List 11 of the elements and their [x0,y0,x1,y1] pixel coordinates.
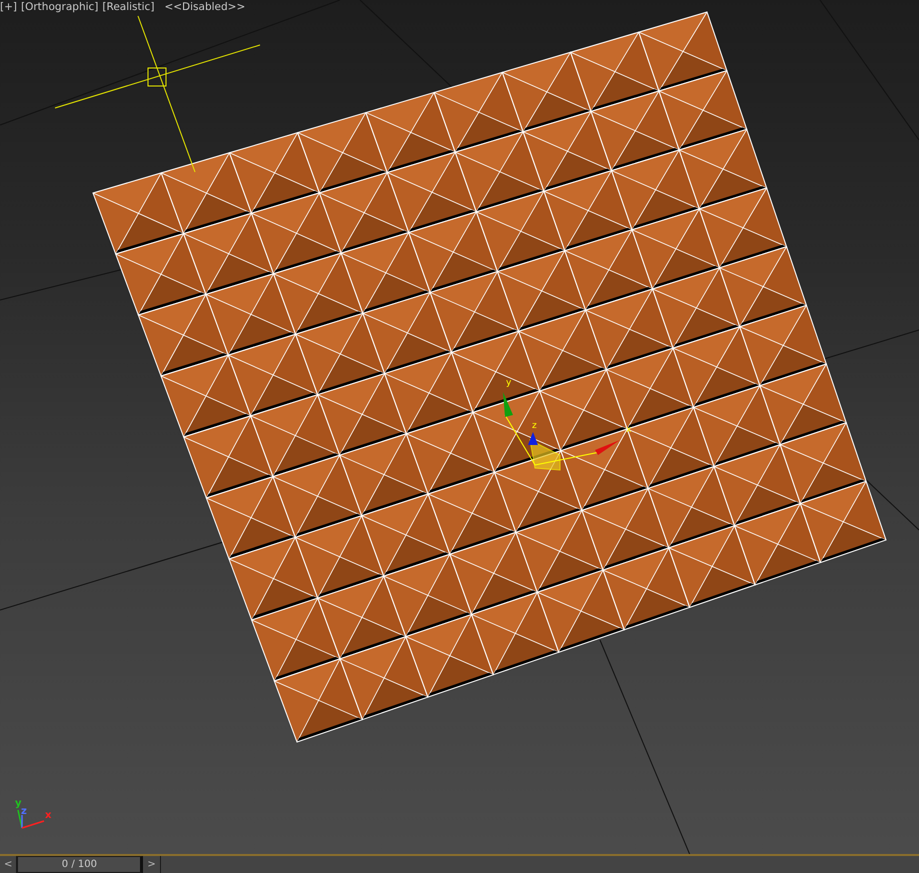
frame-counter[interactable]: 0 / 100 [17,856,144,873]
viewport-label[interactable]: [Orthographic] [21,1,98,13]
axis-label: x [45,810,52,821]
axis-label: z [21,806,27,817]
axis-label: z [532,421,537,431]
axis-tripod-icon [17,810,44,829]
viewport-label[interactable]: [Realistic] [102,1,154,13]
axis-label: y [506,378,512,388]
axis-label: y [15,798,22,809]
viewport-label[interactable]: <<Disabled>> [164,1,246,13]
viewport-label[interactable]: [+] [0,1,17,13]
